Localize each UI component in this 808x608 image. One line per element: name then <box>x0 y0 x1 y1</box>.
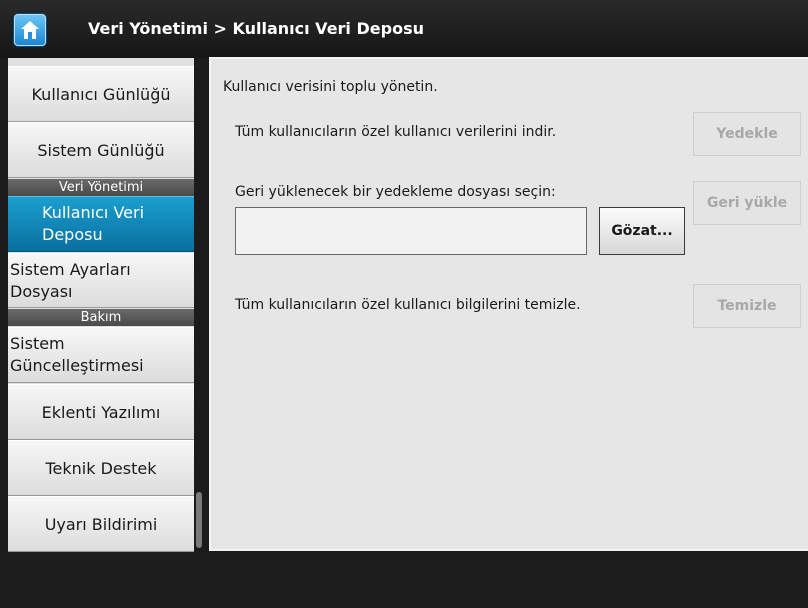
page-title: Veri Yönetimi > Kullanıcı Veri Deposu <box>88 19 424 38</box>
sidebar-item-label: Teknik Destek <box>45 458 157 478</box>
restore-button[interactable]: Geri yükle <box>693 181 801 225</box>
sidebar-item-system-update[interactable]: Sistem Güncelleştirmesi <box>8 327 194 383</box>
sidebar-item-system-log[interactable]: Sistem Günlüğü <box>8 122 194 178</box>
browse-button[interactable]: Gözat... <box>599 207 685 255</box>
sidebar-item-alert-notification[interactable]: Uyarı Bildirimi <box>8 496 194 552</box>
sidebar-item-system-settings-file[interactable]: Sistem Ayarları Dosyası <box>8 253 194 308</box>
sidebar-scrollbar[interactable] <box>196 492 202 548</box>
sidebar-item-plugin-software[interactable]: Eklenti Yazılımı <box>8 384 194 440</box>
restore-description: Geri yüklenecek bir yedekleme dosyası se… <box>235 184 556 200</box>
sidebar-item-label: Eklenti Yazılımı <box>41 402 161 422</box>
sidebar-item-label: Kullanıcı Günlüğü <box>31 84 171 104</box>
sidebar-item-user-log[interactable]: Kullanıcı Günlüğü <box>8 66 194 122</box>
section-header-data-management: Veri Yönetimi <box>8 179 194 196</box>
sidebar-item-user-data-store[interactable]: Kullanıcı Veri Deposu <box>8 196 194 252</box>
sidebar-item-label: Sistem Günlüğü <box>37 140 165 160</box>
footer-bar <box>0 552 808 608</box>
clear-description: Tüm kullanıcıların özel kullanıcı bilgil… <box>235 297 581 313</box>
title-bar: Veri Yönetimi > Kullanıcı Veri Deposu <box>0 0 808 58</box>
sidebar: Kullanıcı Günlüğü Sistem Günlüğü Veri Yö… <box>8 58 194 552</box>
home-icon <box>21 21 39 39</box>
sidebar-item-label: Sistem Güncelleştirmesi <box>10 334 144 375</box>
sidebar-item-label: Sistem Ayarları Dosyası <box>10 259 131 301</box>
sidebar-item-label: Kullanıcı Veri Deposu <box>42 203 145 244</box>
section-header-maintenance: Bakım <box>8 309 194 326</box>
backup-description: Tüm kullanıcıların özel kullanıcı verile… <box>235 124 557 140</box>
sidebar-item-technical-support[interactable]: Teknik Destek <box>8 440 194 496</box>
main-panel: Kullanıcı verisini toplu yönetin. Tüm ku… <box>209 57 808 551</box>
clear-button[interactable]: Temizle <box>693 284 801 328</box>
intro-text: Kullanıcı verisini toplu yönetin. <box>223 79 438 95</box>
sidebar-item-label: Uyarı Bildirimi <box>44 514 158 534</box>
backup-button[interactable]: Yedekle <box>693 112 801 156</box>
home-button[interactable] <box>14 14 46 46</box>
backup-file-input[interactable] <box>235 207 587 255</box>
